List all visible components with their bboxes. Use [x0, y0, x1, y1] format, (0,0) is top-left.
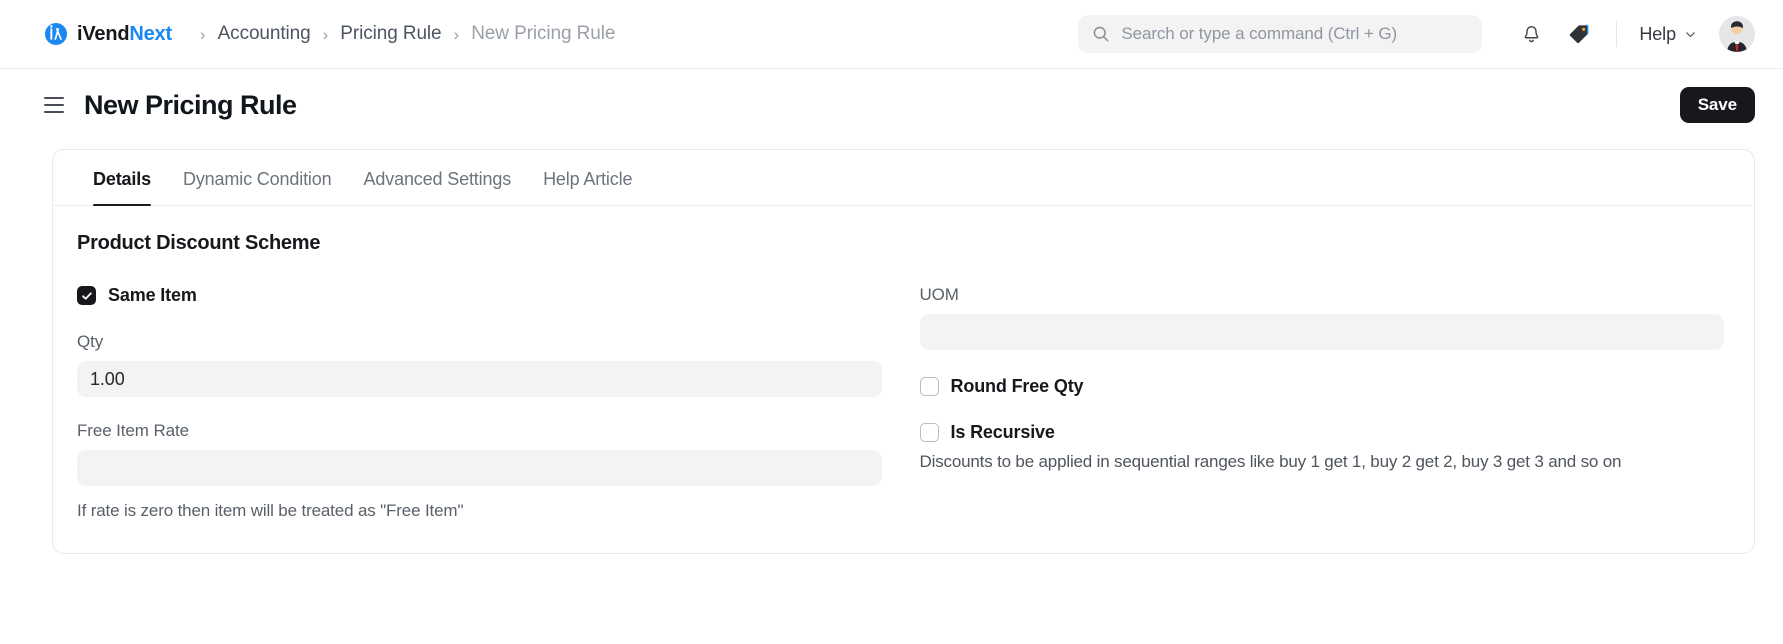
brand-name-part1: iVend — [77, 22, 130, 45]
top-navbar: iVendNext › Accounting › Pricing Rule › … — [0, 0, 1783, 69]
form-column-left: Same Item Qty Free Item Rate If rate is … — [77, 285, 882, 523]
help-menu-label: Help — [1639, 23, 1676, 44]
form-card: Details Dynamic Condition Advanced Setti… — [52, 149, 1755, 554]
breadcrumb-separator-2: › — [322, 24, 329, 44]
hamburger-bar-3 — [44, 111, 64, 113]
tag-icon — [1570, 24, 1589, 44]
hamburger-menu-icon[interactable] — [44, 94, 66, 116]
qty-label: Qty — [77, 332, 104, 351]
breadcrumb-item-accounting[interactable]: Accounting — [218, 23, 311, 45]
same-item-checkbox[interactable] — [77, 286, 96, 305]
uom-label: UOM — [919, 285, 959, 304]
form-body: Product Discount Scheme Same Item Qty 1.… — [53, 206, 1754, 553]
navbar-actions — [1518, 21, 1592, 47]
help-menu-button[interactable]: Help — [1639, 24, 1697, 45]
round-free-qty-row[interactable]: Round Free Qty — [919, 376, 1725, 397]
free-item-rate-input[interactable] — [77, 450, 882, 486]
global-search-bar[interactable] — [1078, 15, 1483, 53]
hamburger-bar-1 — [44, 97, 64, 99]
tab-advanced-settings[interactable]: Advanced Settings — [348, 169, 528, 205]
avatar[interactable] — [1719, 16, 1755, 52]
hamburger-bar-2 — [44, 104, 64, 106]
free-item-rate-hint: If rate is zero then item will be treate… — [77, 501, 464, 520]
page-title: New Pricing Rule — [84, 89, 297, 120]
same-item-label[interactable]: Same Item — [108, 285, 197, 306]
uom-input[interactable] — [919, 314, 1724, 350]
tab-details[interactable]: Details — [77, 169, 167, 206]
breadcrumb-separator-3: › — [453, 24, 460, 44]
uom-field: UOM — [919, 285, 1724, 350]
breadcrumb-item-pricing-rule[interactable]: Pricing Rule — [340, 23, 441, 45]
is-recursive-row[interactable]: Is Recursive — [919, 422, 1725, 443]
form-tabs: Details Dynamic Condition Advanced Setti… — [53, 150, 1754, 206]
is-recursive-hint: Discounts to be applied in sequential ra… — [919, 452, 1622, 471]
free-item-rate-label: Free Item Rate — [77, 421, 189, 440]
tab-dynamic-condition[interactable]: Dynamic Condition — [167, 169, 348, 205]
free-item-rate-field: Free Item Rate If rate is zero then item… — [77, 421, 882, 523]
qty-field: Qty — [77, 332, 882, 397]
chevron-down-icon — [1686, 31, 1695, 37]
brand-name-part2: Next — [129, 22, 172, 45]
is-recursive-label[interactable]: Is Recursive — [951, 422, 1055, 443]
tab-help-article[interactable]: Help Article — [527, 169, 648, 205]
checkmark-icon — [81, 291, 92, 300]
navbar-divider — [1616, 21, 1618, 47]
notifications-button[interactable] — [1518, 21, 1544, 47]
bell-icon — [1524, 25, 1539, 42]
form-grid: Same Item Qty Free Item Rate If rate is … — [77, 285, 1724, 523]
round-free-qty-checkbox[interactable] — [919, 377, 939, 396]
search-icon — [1094, 26, 1109, 42]
page-header: New Pricing Rule Save — [0, 69, 1783, 141]
save-button[interactable]: Save — [1679, 87, 1755, 123]
round-free-qty-label[interactable]: Round Free Qty — [951, 376, 1084, 397]
brand-logo-link[interactable]: iVendNext — [44, 22, 172, 46]
is-recursive-checkbox[interactable] — [919, 423, 939, 442]
brand-name: iVendNext — [77, 23, 172, 46]
same-item-row[interactable]: Same Item — [77, 285, 882, 306]
qty-input[interactable] — [77, 361, 882, 397]
form-column-right: UOM Round Free Qty Is Recursive Discount… — [919, 285, 1725, 523]
search-input[interactable] — [1121, 24, 1469, 44]
breadcrumb: › Accounting › Pricing Rule › New Pricin… — [190, 23, 615, 45]
breadcrumb-item-new-pricing-rule: New Pricing Rule — [471, 23, 616, 44]
ivend-logo-icon — [45, 23, 67, 45]
tags-button[interactable] — [1566, 21, 1592, 47]
breadcrumb-separator-1: › — [199, 24, 206, 44]
section-title-product-discount-scheme: Product Discount Scheme — [77, 232, 321, 254]
